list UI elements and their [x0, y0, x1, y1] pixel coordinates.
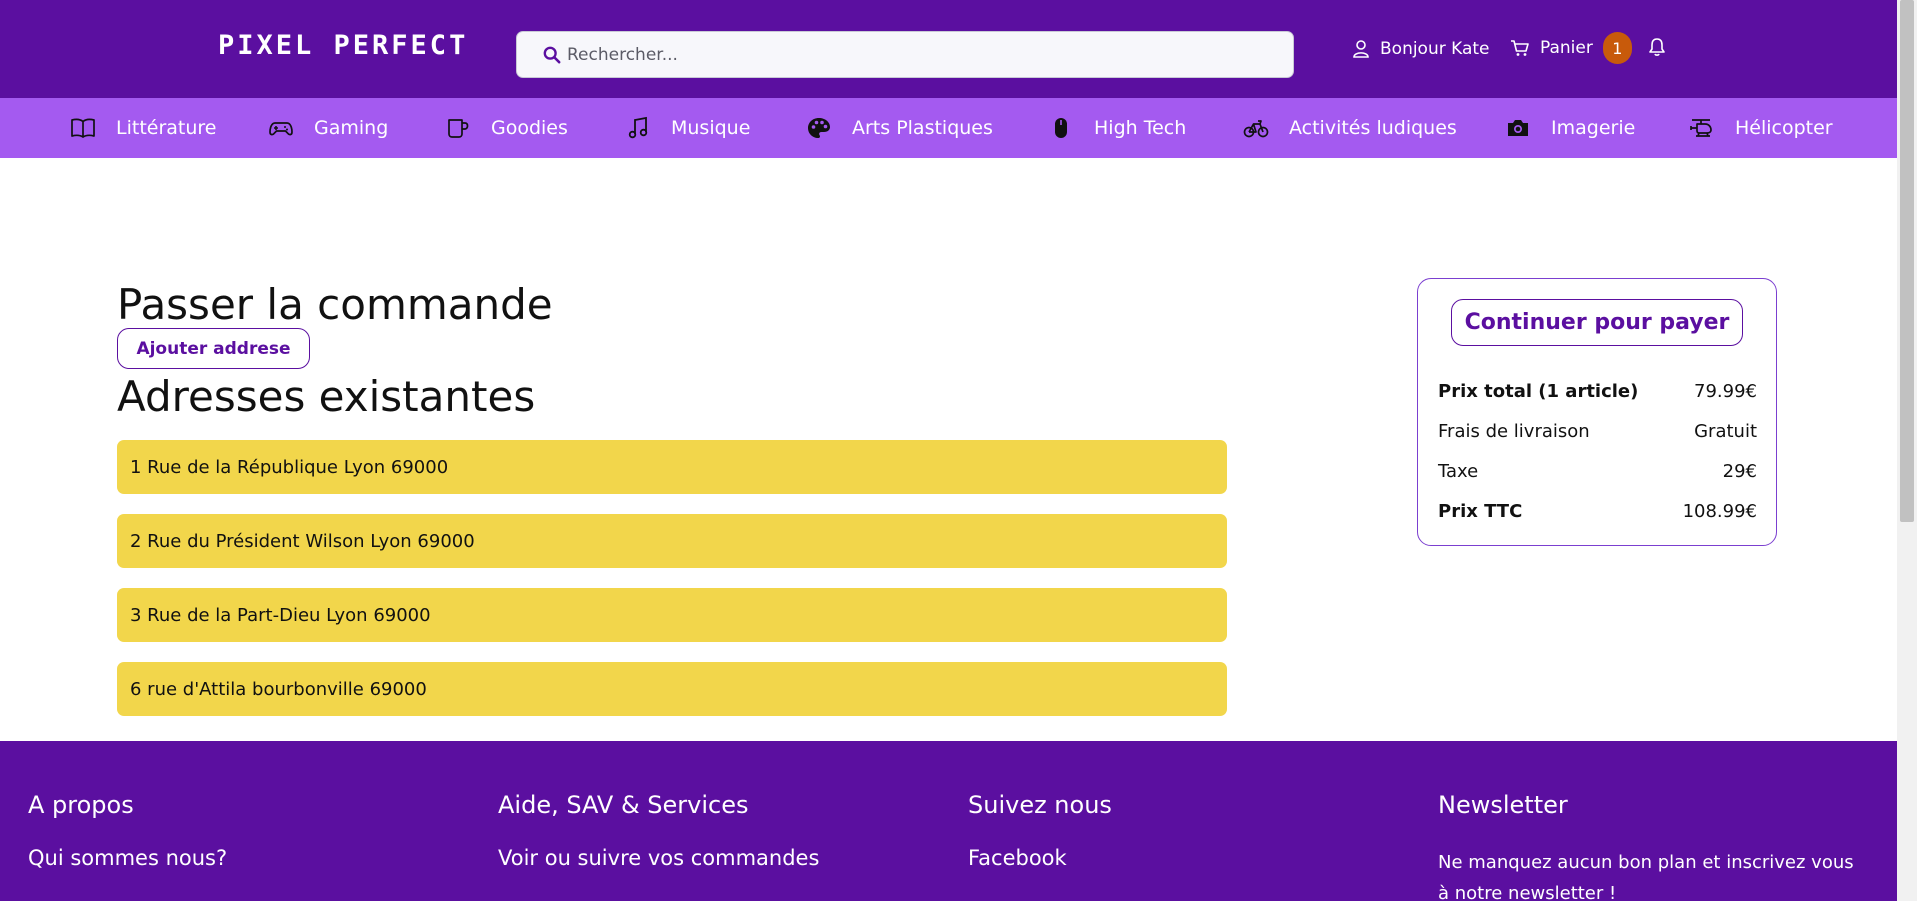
add-address-button[interactable]: Ajouter addrese: [117, 328, 310, 369]
page-title: Passer la commande: [117, 280, 553, 329]
address-option[interactable]: 3 Rue de la Part-Dieu Lyon 69000: [117, 588, 1227, 642]
summary-label: Taxe: [1438, 461, 1479, 482]
footer-heading-about: A propos: [28, 791, 134, 819]
summary-label: Frais de livraison: [1438, 421, 1590, 442]
summary-row-total: Prix total (1 article) 79.99€: [1438, 381, 1757, 402]
address-option[interactable]: 1 Rue de la République Lyon 69000: [117, 440, 1227, 494]
category-helicopter[interactable]: Hélicopter: [1689, 98, 1833, 158]
address-option[interactable]: 6 rue d'Attila bourbonville 69000: [117, 662, 1227, 716]
category-high-tech[interactable]: High Tech: [1048, 98, 1186, 158]
category-imagerie[interactable]: Imagerie: [1505, 98, 1635, 158]
search-input[interactable]: [567, 40, 1267, 70]
mug-icon: [448, 119, 469, 138]
bicycle-icon: [1243, 120, 1269, 138]
footer-newsletter-text: Ne manquez aucun bon plan et inscrivez v…: [1438, 852, 1854, 901]
footer-link-about-us[interactable]: Qui sommes nous?: [28, 846, 227, 870]
summary-row-tax: Taxe 29€: [1438, 461, 1757, 482]
summary-row-shipping: Frais de livraison Gratuit: [1438, 421, 1757, 442]
top-header: PIXEL PERFECT Bonjour Kate Panier 1: [0, 0, 1897, 98]
helicopter-icon: [1690, 119, 1712, 137]
summary-value: 29€: [1722, 461, 1757, 482]
cart-count-badge: 1: [1602, 32, 1632, 64]
category-nav: Littérature Gaming Goodies Musique Arts …: [0, 98, 1897, 158]
footer-link-facebook[interactable]: Facebook: [968, 846, 1067, 870]
cart-label: Panier: [1540, 38, 1593, 58]
footer-heading-newsletter: Newsletter: [1438, 791, 1568, 819]
footer-heading-follow: Suivez nous: [968, 791, 1112, 819]
site-footer: A propos Qui sommes nous? Aide, SAV & Se…: [0, 741, 1897, 901]
music-note-icon: [628, 116, 648, 139]
search-bar[interactable]: [516, 31, 1294, 78]
existing-addresses-title: Adresses existantes: [117, 372, 536, 421]
category-litterature[interactable]: Littérature: [70, 98, 216, 158]
continue-to-pay-button[interactable]: Continuer pour payer: [1451, 299, 1743, 346]
footer-heading-help: Aide, SAV & Services: [498, 791, 749, 819]
category-activites-ludiques[interactable]: Activités ludiques: [1243, 98, 1457, 158]
category-goodies[interactable]: Goodies: [445, 98, 568, 158]
summary-row-ttc: Prix TTC 108.99€: [1438, 501, 1757, 522]
cart-link[interactable]: Panier 1: [1510, 31, 1632, 65]
category-musique[interactable]: Musique: [625, 98, 750, 158]
address-option[interactable]: 2 Rue du Président Wilson Lyon 69000: [117, 514, 1227, 568]
category-arts-plastiques[interactable]: Arts Plastiques: [806, 98, 993, 158]
scrollbar-thumb[interactable]: [1900, 0, 1914, 522]
user-icon: [1353, 40, 1369, 58]
order-summary-card: Continuer pour payer Prix total (1 artic…: [1417, 278, 1777, 546]
mouse-icon: [1055, 118, 1067, 138]
cart-icon: [1511, 40, 1529, 56]
summary-value: Gratuit: [1694, 421, 1757, 442]
summary-value: 79.99€: [1694, 381, 1757, 402]
summary-value: 108.99€: [1682, 501, 1757, 522]
footer-link-orders[interactable]: Voir ou suivre vos commandes: [498, 846, 819, 870]
palette-icon: [808, 118, 830, 138]
user-account-link[interactable]: Bonjour Kate: [1352, 34, 1490, 64]
book-icon: [71, 118, 95, 138]
gamepad-icon: [269, 122, 293, 136]
camera-icon: [1508, 120, 1528, 136]
bell-icon[interactable]: [1647, 37, 1667, 57]
summary-label: Prix TTC: [1438, 501, 1523, 522]
summary-label: Prix total (1 article): [1438, 381, 1639, 402]
search-icon: [543, 46, 561, 64]
category-gaming[interactable]: Gaming: [268, 98, 388, 158]
site-logo[interactable]: PIXEL PERFECT: [218, 30, 468, 61]
user-greeting: Bonjour Kate: [1380, 39, 1490, 59]
